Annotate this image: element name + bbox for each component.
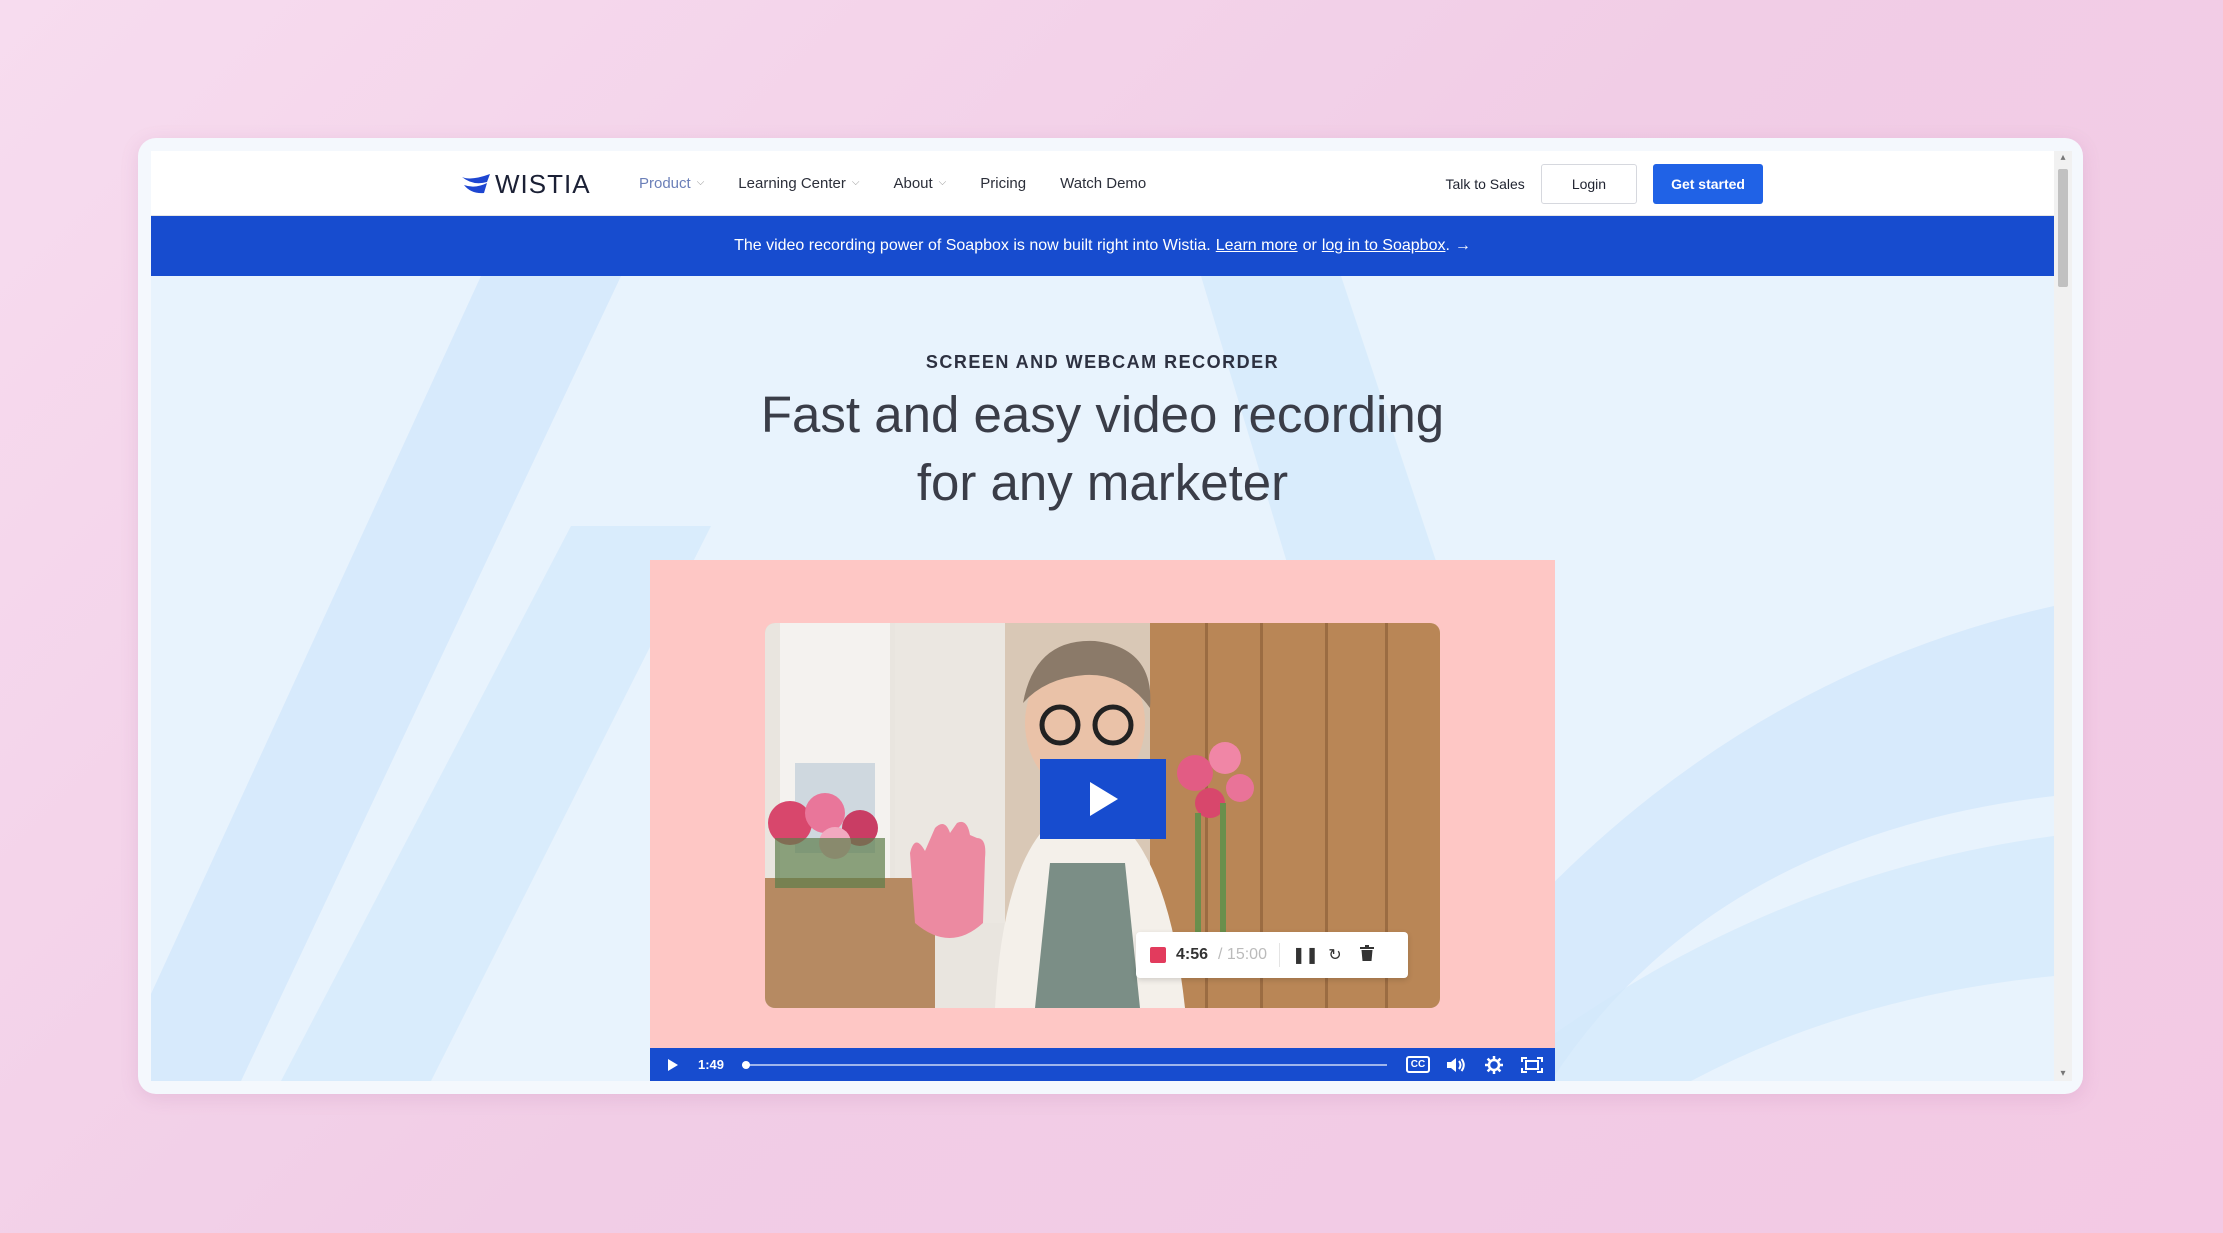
nav-product[interactable]: Product ⌵ — [639, 175, 704, 192]
nav-about[interactable]: About ⌵ — [893, 175, 946, 192]
video-player[interactable]: 4:56 / 15:00 ❚❚ ↻ 1:49 CC — [650, 560, 1555, 1081]
headline-line-2: for any marketer — [916, 454, 1289, 511]
logo-text: WISTIA — [495, 168, 591, 199]
login-button[interactable]: Login — [1540, 164, 1638, 204]
get-started-button[interactable]: Get started — [1653, 164, 1763, 204]
recorder-divider — [1278, 943, 1280, 967]
progress-bar[interactable] — [742, 1060, 1387, 1069]
nav-learning-center-label: Learning Center — [738, 175, 846, 192]
nav-pricing[interactable]: Pricing — [980, 175, 1026, 192]
announcement-banner: The video recording power of Soapbox is … — [151, 216, 2054, 276]
banner-or: or — [1302, 237, 1317, 254]
scroll-thumb[interactable] — [2058, 169, 2068, 287]
site-header: WISTIA Product ⌵ Learning Center ⌵ About… — [151, 151, 2054, 216]
pause-icon[interactable]: ❚❚ — [1292, 945, 1319, 965]
wistia-logo[interactable]: WISTIA — [461, 169, 591, 199]
banner-text: The video recording power of Soapbox is … — [734, 237, 1211, 254]
banner-suffix: . — [1445, 237, 1450, 254]
play-icon — [1090, 782, 1118, 816]
learn-more-link[interactable]: Learn more — [1216, 237, 1298, 255]
hero-headline: Fast and easy video recording for any ma… — [151, 381, 2054, 517]
nav-product-label: Product — [639, 175, 691, 192]
talk-to-sales-link[interactable]: Talk to Sales — [1445, 176, 1524, 192]
scroll-down-icon[interactable]: ▾ — [2054, 1067, 2072, 1081]
hero-eyebrow: SCREEN AND WEBCAM RECORDER — [925, 352, 1280, 372]
page-viewport: WISTIA Product ⌵ Learning Center ⌵ About… — [151, 151, 2054, 1081]
soapbox-login-link[interactable]: log in to Soapbox — [1322, 237, 1446, 254]
header-actions: Talk to Sales Login Get started — [1445, 163, 1763, 205]
chevron-down-icon: ⌵ — [696, 177, 705, 188]
page-scrollbar[interactable]: ▴ ▾ — [2054, 151, 2072, 1081]
nav-pricing-label: Pricing — [980, 175, 1027, 192]
play-button[interactable] — [1040, 759, 1166, 839]
arrow-right-icon: → — [1454, 237, 1471, 254]
recorder-toolbar: 4:56 / 15:00 ❚❚ ↻ — [1136, 932, 1408, 978]
captions-button[interactable]: CC — [1405, 1054, 1431, 1076]
recorder-total: / 15:00 — [1218, 946, 1267, 963]
control-play-icon[interactable] — [660, 1054, 686, 1076]
trash-icon[interactable] — [1356, 944, 1378, 966]
nav-about-label: About — [893, 175, 933, 192]
cc-icon: CC — [1405, 1056, 1431, 1073]
stop-record-icon[interactable] — [1150, 947, 1166, 963]
chevron-down-icon: ⌵ — [851, 177, 860, 188]
restart-icon[interactable]: ↻ — [1324, 945, 1346, 965]
settings-gear-icon[interactable] — [1481, 1054, 1507, 1076]
progress-knob[interactable] — [742, 1060, 751, 1069]
current-time: 1:49 — [698, 1057, 725, 1072]
fullscreen-icon[interactable] — [1519, 1054, 1545, 1076]
recorder-elapsed: 4:56 — [1176, 946, 1209, 963]
volume-icon[interactable] — [1443, 1054, 1469, 1076]
headline-line-1: Fast and easy video recording — [760, 386, 1445, 443]
nav-learning-center[interactable]: Learning Center ⌵ — [738, 175, 859, 192]
scroll-up-icon[interactable]: ▴ — [2054, 151, 2072, 165]
video-controls: 1:49 CC — [650, 1048, 1555, 1081]
nav-watch-demo[interactable]: Watch Demo — [1060, 175, 1146, 192]
main-nav: Product ⌵ Learning Center ⌵ About ⌵ Pric… — [639, 151, 1180, 216]
nav-watch-demo-label: Watch Demo — [1060, 175, 1147, 192]
chevron-down-icon: ⌵ — [938, 177, 947, 188]
wistia-mark-icon — [462, 174, 490, 194]
